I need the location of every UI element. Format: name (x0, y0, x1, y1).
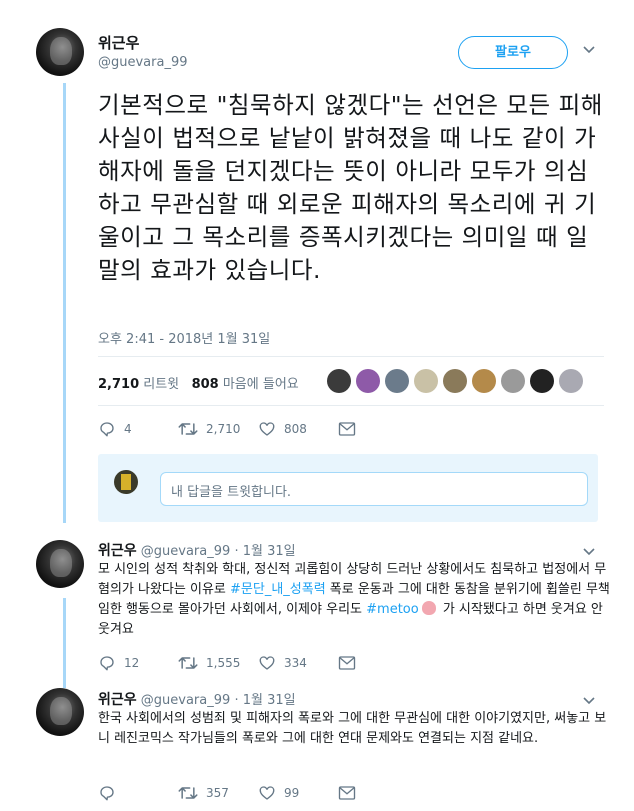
message-button[interactable] (338, 785, 356, 801)
like-button[interactable]: 808 (258, 420, 307, 438)
envelope-icon (338, 656, 356, 670)
reply-date[interactable]: · 1월 31일 (234, 693, 295, 708)
retweet-count: 1,555 (206, 656, 241, 670)
reply-text: 한국 사회에서의 성범죄 및 피해자의 폭로와 그에 대한 무관심에 대한 이야… (98, 711, 607, 746)
retweet-button[interactable]: 2,710 (178, 420, 240, 438)
retweet-icon (178, 423, 198, 435)
retweet-icon (178, 657, 198, 669)
reply-author-handle[interactable]: @guevara_99 (141, 544, 231, 559)
thread-line (63, 598, 66, 688)
follow-button[interactable]: 팔로우 (458, 36, 568, 69)
hashtag-link[interactable]: #metoo (366, 602, 419, 617)
liker-avatar[interactable] (385, 369, 409, 393)
author-handle[interactable]: @guevara_99 (98, 55, 188, 70)
tweet-stats: 2,710 리트윗 808 마음에 들어요 (98, 373, 299, 392)
avatar[interactable] (36, 540, 84, 588)
retweet-button[interactable]: 1,555 (178, 654, 240, 672)
reply-text: 모 시인의 성적 착취와 학대, 정신적 괴롭힘이 상당히 드러난 상황에서도 … (98, 560, 613, 640)
reply-icon (100, 656, 114, 671)
reply-header: 위근우 @guevara_99 · 1월 31일 (98, 689, 296, 709)
reply-author-handle[interactable]: @guevara_99 (141, 693, 231, 708)
reply-count: 12 (124, 656, 140, 670)
envelope-icon (338, 422, 356, 436)
liker-avatar[interactable] (501, 369, 525, 393)
reply-icon (100, 786, 114, 801)
heart-icon (259, 656, 275, 670)
reply-button[interactable] (98, 784, 124, 802)
my-avatar (114, 470, 138, 494)
retweet-count: 2,710 (206, 422, 241, 436)
retweet-label[interactable]: 리트윗 (143, 377, 179, 392)
tweet-text: 기본적으로 "침묵하지 않겠다"는 선언은 모든 피해 사실이 법적으로 낱낱이… (98, 91, 603, 284)
liker-avatar[interactable] (530, 369, 554, 393)
chevron-down-icon[interactable] (583, 545, 595, 559)
retweet-icon (178, 787, 198, 799)
reply-date[interactable]: · 1월 31일 (234, 544, 295, 559)
reply-button[interactable]: 4 (98, 420, 132, 438)
chevron-down-icon[interactable] (583, 694, 595, 708)
tweet-timestamp[interactable]: 오후 2:41 - 2018년 1월 31일 (98, 328, 270, 347)
retweet-count[interactable]: 2,710 (98, 377, 139, 392)
heart-icon (259, 422, 275, 436)
avatar[interactable] (36, 688, 84, 736)
hashtag-link[interactable]: #문단_내_성폭력 (230, 582, 326, 597)
divider (98, 356, 604, 357)
reply-icon (100, 422, 114, 437)
thread-line (63, 83, 66, 523)
heart-icon (259, 786, 275, 800)
retweet-button[interactable]: 357 (178, 784, 229, 802)
like-count[interactable]: 808 (192, 377, 219, 392)
author-name[interactable]: 위근우 (98, 32, 139, 53)
liker-avatar[interactable] (559, 369, 583, 393)
liker-avatar[interactable] (414, 369, 438, 393)
reply-button[interactable]: 12 (98, 654, 139, 672)
chevron-down-icon[interactable] (583, 43, 595, 57)
peach-emoji-icon (421, 601, 436, 615)
retweet-count: 357 (206, 786, 229, 800)
reply-author-name[interactable]: 위근우 (98, 543, 137, 559)
message-button[interactable] (338, 655, 356, 671)
liker-avatar[interactable] (443, 369, 467, 393)
envelope-icon (338, 786, 356, 800)
divider (98, 405, 604, 406)
liker-avatar[interactable] (356, 369, 380, 393)
reply-count: 4 (124, 422, 132, 436)
like-button[interactable]: 99 (258, 784, 299, 802)
reply-author-name[interactable]: 위근우 (98, 692, 137, 708)
like-count-action: 99 (284, 786, 300, 800)
like-count-action: 808 (284, 422, 307, 436)
liker-avatar[interactable] (472, 369, 496, 393)
liker-avatar[interactable] (327, 369, 351, 393)
reply-input[interactable]: 내 답글을 트윗합니다. (160, 472, 588, 506)
like-button[interactable]: 334 (258, 654, 307, 672)
reply-header: 위근우 @guevara_99 · 1월 31일 (98, 540, 296, 560)
like-count-action: 334 (284, 656, 307, 670)
message-button[interactable] (338, 421, 356, 437)
avatar[interactable] (36, 28, 84, 76)
like-label[interactable]: 마음에 들어요 (223, 377, 299, 392)
